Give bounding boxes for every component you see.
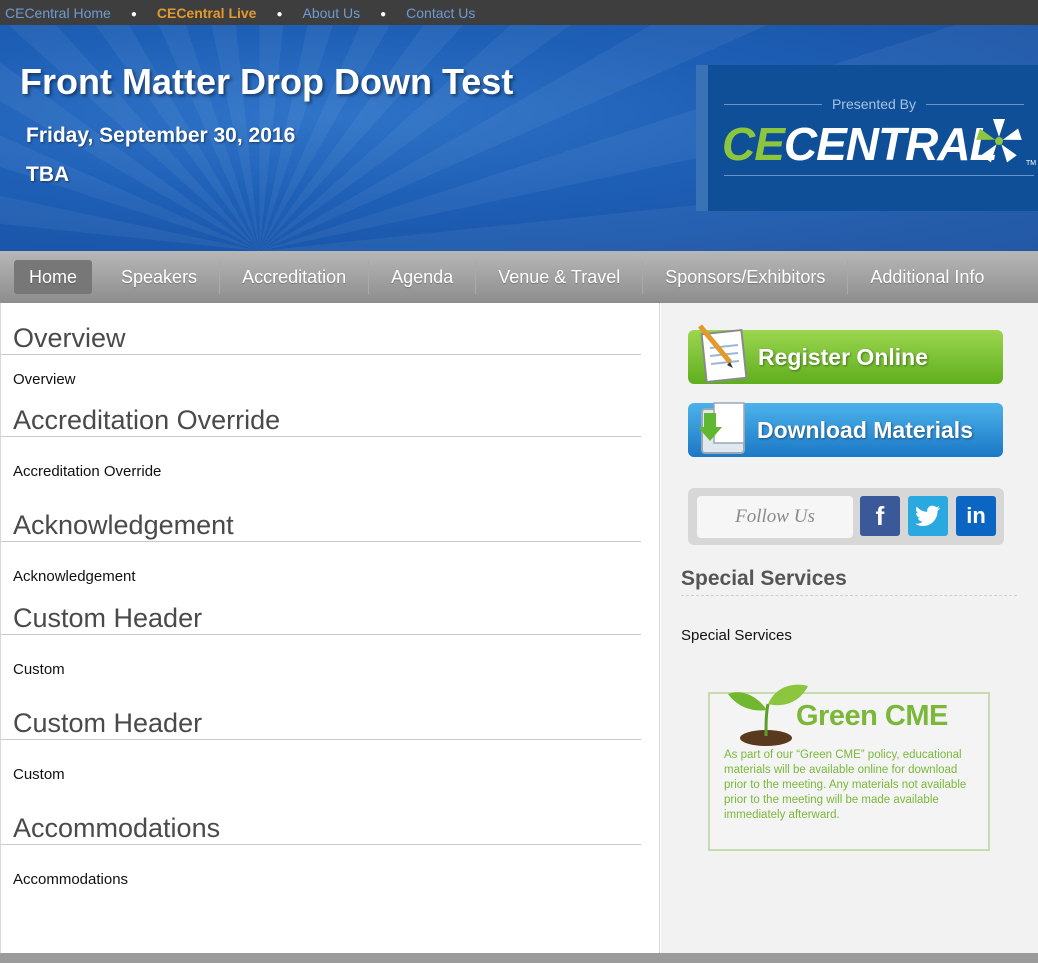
section-accreditation-override: Accreditation Override Accreditation Ove… [1,405,661,480]
main-nav: Home Speakers Accreditation Agenda Venue… [0,251,1038,303]
green-cme-text: As part of our “Green CME” policy, educa… [724,749,967,821]
download-materials-button[interactable]: Download Materials [688,402,1003,457]
trademark: TM [1026,160,1037,167]
presented-by: Presented By [724,96,1024,112]
brand-star-icon [976,119,1022,163]
link-cecentral-home[interactable]: CECentral Home [5,5,111,21]
section-text: Custom [13,661,65,678]
section-heading: Custom Header [1,603,641,635]
section-custom-header-2: Custom Header Custom [1,708,661,783]
nav-item-agenda[interactable]: Agenda [369,260,477,294]
nav-item-accreditation[interactable]: Accreditation [220,260,370,294]
logo-underline [724,175,1034,176]
event-date: Friday, September 30, 2016 [26,124,296,147]
twitter-icon[interactable] [908,496,948,536]
section-heading: Accommodations [1,813,641,845]
notepad-pencil-icon [698,324,748,384]
download-folder-icon [698,402,745,454]
cecentral-logo: Presented By CECENTRAL TM [696,65,1038,211]
section-text: Overview [13,371,76,388]
link-cecentral-live[interactable]: CECentral Live [157,5,257,21]
special-services-text: Special Services [681,627,792,644]
main-content: Overview Overview Accreditation Override… [0,303,660,953]
link-about-us[interactable]: About Us [303,5,361,21]
section-heading: Overview [1,323,641,355]
brand-wordmark: CECENTRAL [722,117,998,171]
nav-item-additional-info[interactable]: Additional Info [848,260,1006,294]
section-text: Custom [13,766,65,783]
top-utility-bar: CECentral Home ● CECentral Live ● About … [0,0,1038,25]
section-custom-header-1: Custom Header Custom [1,603,661,678]
nav-item-venue-travel[interactable]: Venue & Travel [476,260,644,294]
nav-item-sponsors-exhibitors[interactable]: Sponsors/Exhibitors [643,260,849,294]
separator-dot: ● [276,9,283,20]
nav-item-home[interactable]: Home [14,260,93,294]
section-heading: Custom Header [1,708,641,740]
green-cme-badge: Green CME As part of our “Green CME” pol… [708,684,990,851]
follow-us-label: Follow Us [697,496,853,538]
follow-us-panel: Follow Us f in [688,488,1004,545]
twitter-bird-icon [915,505,940,526]
footer-strip [0,953,1038,963]
register-online-label: Register Online [758,343,928,370]
section-accommodations: Accommodations Accommodations [1,813,661,888]
event-location: TBA [26,163,70,186]
linkedin-icon[interactable]: in [956,496,996,536]
nav-item-speakers[interactable]: Speakers [99,260,221,294]
event-banner: Front Matter Drop Down Test Friday, Sept… [0,25,1038,251]
event-title: Front Matter Drop Down Test [20,61,514,102]
section-text: Acknowledgement [13,568,136,585]
section-acknowledgement: Acknowledgement Acknowledgement [1,510,661,585]
special-services-heading: Special Services [681,567,1017,596]
linkedin-glyph: in [966,503,986,528]
facebook-glyph: f [875,500,885,531]
section-heading: Acknowledgement [1,510,641,542]
section-heading: Accreditation Override [1,405,641,437]
facebook-icon[interactable]: f [860,496,900,536]
separator-dot: ● [130,9,137,20]
sidebar: Register Online Download Materials Follo… [661,303,1038,953]
link-contact-us[interactable]: Contact Us [406,5,475,21]
section-text: Accommodations [13,871,129,888]
green-cme-title: Green CME [796,700,948,732]
download-materials-label: Download Materials [757,416,973,443]
section-text: Accreditation Override [13,463,162,480]
separator-dot: ● [380,9,387,20]
brand-suffix: CENTRAL [783,118,998,170]
presented-by-label: Presented By [831,96,917,112]
register-online-button[interactable]: Register Online [688,324,1003,384]
section-overview: Overview Overview [1,323,661,388]
brand-prefix: CE [722,118,785,170]
